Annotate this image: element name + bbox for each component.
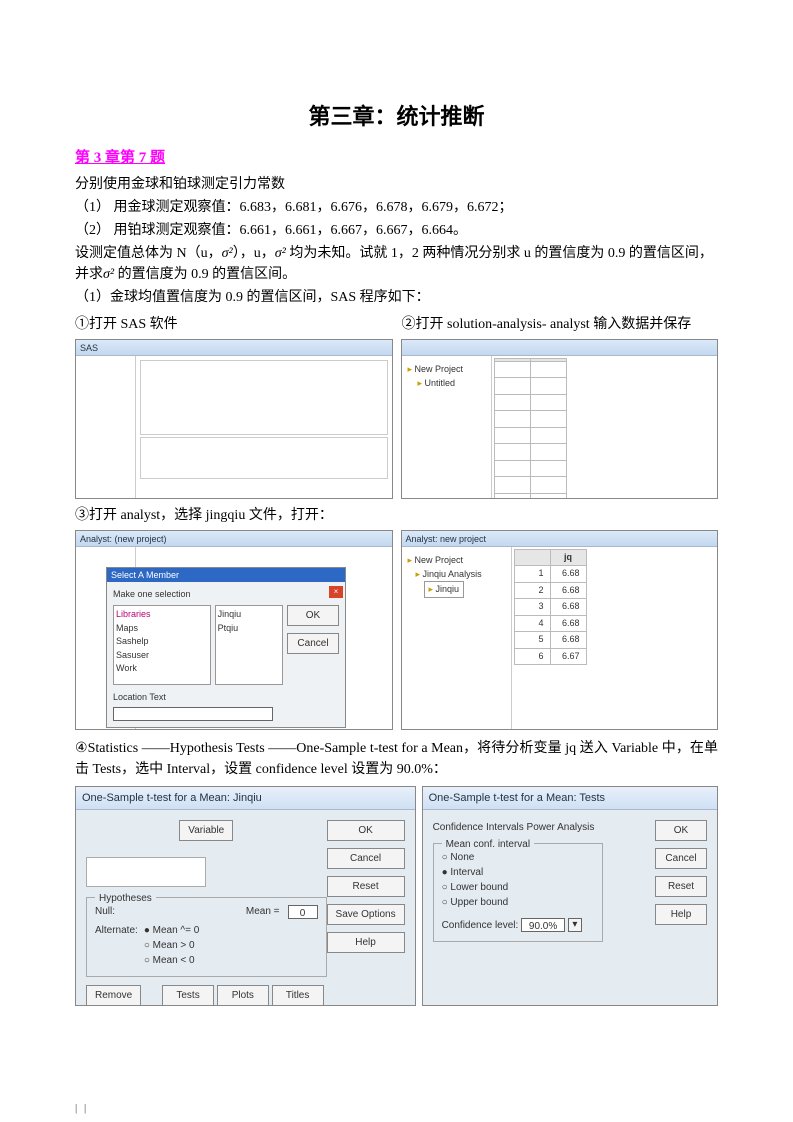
- tests-button[interactable]: Tests: [162, 985, 214, 1006]
- screenshot-select-member: Analyst: (new project) Select A Member ×…: [75, 530, 393, 730]
- tree-node: Untitled: [418, 376, 485, 390]
- member-item[interactable]: Ptqiu: [218, 622, 280, 636]
- cancel-button[interactable]: Cancel: [287, 633, 339, 654]
- variable-listbox[interactable]: [86, 857, 206, 887]
- page-title: 第三章：统计推断: [75, 100, 718, 133]
- section-heading: 第 3 章第 7 题: [75, 147, 718, 170]
- screenshot-row-1: SAS New Project Untitled: [75, 339, 718, 499]
- tree-node-selected[interactable]: Jinqiu: [424, 581, 465, 597]
- dropdown-icon[interactable]: ▾: [568, 918, 582, 932]
- window-titlebar: [402, 340, 718, 356]
- dialog-title: One-Sample t-test for a Mean: Jinqiu: [76, 787, 415, 811]
- ci-radio-lower[interactable]: Lower bound: [442, 880, 594, 895]
- ok-button[interactable]: OK: [655, 820, 707, 841]
- tree-node[interactable]: New Project: [408, 553, 505, 567]
- ttest-dialog: One-Sample t-test for a Mean: Jinqiu Var…: [75, 786, 416, 1006]
- intro-line-0: 分别使用金球和铂球测定引力常数: [75, 174, 718, 195]
- caption-1: ①打开 SAS 软件: [75, 314, 392, 335]
- dialog-title: Select A Member: [107, 568, 345, 582]
- save-options-button[interactable]: Save Options: [327, 904, 405, 925]
- tree-node[interactable]: Jinqiu Analysis: [416, 567, 505, 581]
- ci-fieldset: Mean conf. interval None Interval Lower …: [433, 843, 603, 942]
- sigma2-symbol: σ²: [222, 246, 233, 261]
- ci-radio-none[interactable]: None: [442, 850, 594, 865]
- confidence-input[interactable]: 90.0%: [521, 918, 565, 932]
- remove-button[interactable]: Remove: [86, 985, 141, 1006]
- help-button[interactable]: Help: [327, 932, 405, 953]
- intro-line-2: （2） 用铂球测定观察值：6.661，6.661，6.667，6.667，6.6…: [75, 220, 718, 241]
- location-input[interactable]: [113, 707, 273, 721]
- caption-4: ④Statistics ——Hypothesis Tests ——One-Sam…: [75, 738, 718, 780]
- variable-button[interactable]: Variable: [179, 820, 233, 841]
- mean-input[interactable]: 0: [288, 905, 318, 919]
- tabs-row[interactable]: Confidence Intervals Power Analysis: [433, 820, 655, 835]
- window-titlebar: SAS: [76, 340, 392, 356]
- alternate-label: Alternate:: [95, 923, 138, 968]
- intro-line-3: 设测定值总体为 N（u，σ²），u，σ² 均为未知。试就 1，2 两种情况分别求…: [75, 243, 718, 285]
- reset-button[interactable]: Reset: [655, 876, 707, 897]
- plots-button[interactable]: Plots: [217, 985, 269, 1006]
- lib-item[interactable]: Sasuser: [116, 649, 208, 663]
- screenshot-row-2: Analyst: (new project) Select A Member ×…: [75, 530, 718, 730]
- titles-button[interactable]: Titles: [272, 985, 324, 1006]
- dialog-row: One-Sample t-test for a Mean: Jinqiu Var…: [75, 786, 718, 1006]
- lib-item[interactable]: Libraries: [116, 608, 208, 622]
- screenshot-sas-main: SAS: [75, 339, 393, 499]
- ci-radio-upper[interactable]: Upper bound: [442, 895, 594, 910]
- alt-radio-gt[interactable]: Mean > 0: [144, 938, 200, 953]
- screenshot-analyst-blank: New Project Untitled: [401, 339, 719, 499]
- data-grid: [494, 358, 567, 499]
- close-icon[interactable]: ×: [329, 586, 343, 598]
- mean-label: Mean =: [246, 904, 280, 919]
- intro-line-1: （1） 用金球测定观察值：6.683，6.681，6.676，6.678，6.6…: [75, 197, 718, 218]
- dialog-subcaption: Make one selection: [113, 588, 339, 602]
- hypotheses-fieldset: Hypotheses Null: Mean = 0 Alternate: Mea…: [86, 897, 327, 977]
- location-label: Location Text: [113, 691, 339, 705]
- lib-item[interactable]: Sashelp: [116, 635, 208, 649]
- ci-radio-interval[interactable]: Interval: [442, 865, 594, 880]
- member-item[interactable]: Jinqiu: [218, 608, 280, 622]
- caption-3: ③打开 analyst，选择 jingqiu 文件，打开：: [75, 505, 718, 526]
- caption-2: ②打开 solution-analysis- analyst 输入数据并保存: [392, 314, 719, 335]
- help-button[interactable]: Help: [655, 904, 707, 925]
- window-titlebar: Analyst: (new project): [76, 531, 392, 547]
- confidence-label: Confidence level:: [442, 920, 519, 931]
- reset-button[interactable]: Reset: [327, 876, 405, 897]
- window-titlebar: Analyst: new project: [402, 531, 718, 547]
- page-footer: | |: [75, 1100, 88, 1117]
- cancel-button[interactable]: Cancel: [327, 848, 405, 869]
- tree-node: New Project: [408, 362, 485, 376]
- lib-item[interactable]: Work: [116, 662, 208, 676]
- alt-radio-neq[interactable]: Mean ^= 0: [144, 923, 200, 938]
- ok-button[interactable]: OK: [327, 820, 405, 841]
- cancel-button[interactable]: Cancel: [655, 848, 707, 869]
- case1-line: （1）金球均值置信度为 0.9 的置信区间，SAS 程序如下：: [75, 287, 718, 308]
- null-label: Null:: [95, 904, 115, 919]
- dialog-title: One-Sample t-test for a Mean: Tests: [423, 787, 717, 811]
- alt-radio-lt[interactable]: Mean < 0: [144, 953, 200, 968]
- ok-button[interactable]: OK: [287, 605, 339, 626]
- screenshot-analyst-data: Analyst: new project New Project Jinqiu …: [401, 530, 719, 730]
- ttest-tests-dialog: One-Sample t-test for a Mean: Tests Conf…: [422, 786, 718, 1006]
- lib-item[interactable]: Maps: [116, 622, 208, 636]
- select-member-dialog: Select A Member × Make one selection Lib…: [106, 567, 346, 728]
- data-grid: jq 16.68 26.68 36.68 46.68 56.68 66.67: [514, 549, 587, 666]
